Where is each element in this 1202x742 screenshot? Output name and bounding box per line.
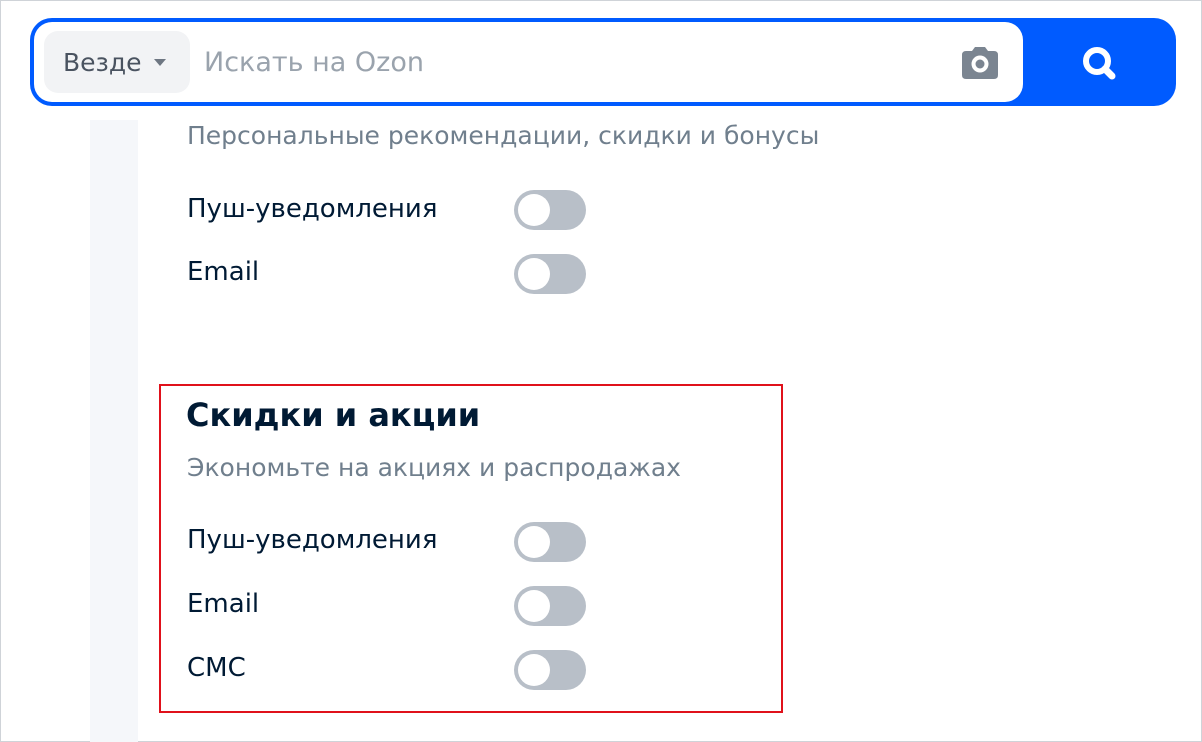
search-field-container: Везде (34, 22, 1023, 102)
discounts-section-title: Скидки и акции (186, 396, 481, 434)
search-bar: Везде (30, 18, 1176, 106)
personal-email-label: Email (187, 257, 260, 287)
chevron-down-icon (153, 58, 166, 66)
search-icon (1083, 47, 1116, 80)
personal-email-toggle[interactable] (514, 254, 586, 294)
discounts-push-label: Пуш-уведомления (187, 525, 438, 555)
toggle-knob (518, 526, 550, 558)
discounts-section-subtitle: Экономьте на акциях и распродажах (187, 453, 681, 482)
search-scope-dropdown[interactable]: Везде (44, 31, 190, 93)
discounts-email-toggle[interactable] (514, 586, 586, 626)
personal-section-subtitle: Персональные рекомендации, скидки и бону… (187, 121, 820, 150)
discounts-email-label: Email (187, 589, 260, 619)
discounts-sms-toggle[interactable] (514, 650, 586, 690)
toggle-knob (518, 654, 550, 686)
camera-icon[interactable] (960, 45, 1000, 81)
personal-push-toggle[interactable] (514, 190, 586, 230)
discounts-push-toggle[interactable] (514, 522, 586, 562)
search-button[interactable] (1064, 40, 1134, 88)
discounts-sms-label: СМС (187, 653, 246, 683)
search-scope-label: Везде (63, 47, 142, 77)
search-input[interactable] (204, 30, 944, 94)
sidebar-strip (90, 120, 138, 742)
toggle-knob (518, 590, 550, 622)
toggle-knob (518, 258, 550, 290)
personal-push-label: Пуш-уведомления (187, 194, 438, 224)
toggle-knob (518, 194, 550, 226)
